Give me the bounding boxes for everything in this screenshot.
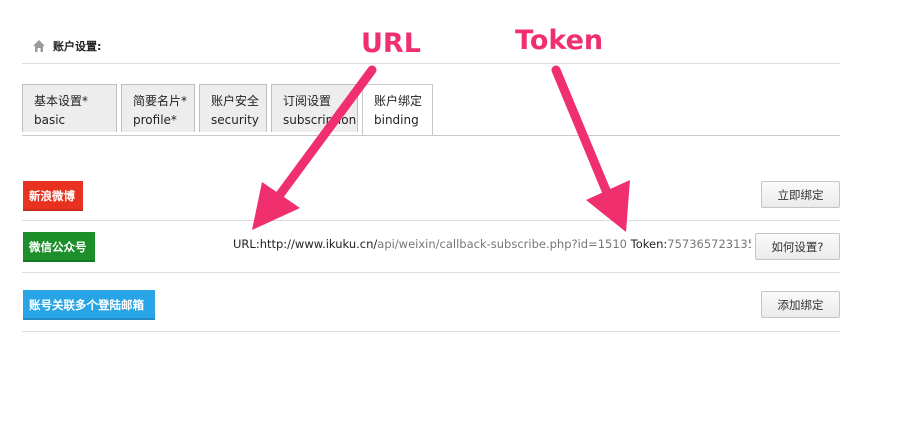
tabs-divider (22, 135, 840, 136)
url-annotation: URL (361, 28, 421, 59)
tab-label-en: profile* (133, 113, 177, 127)
home-icon[interactable] (32, 39, 46, 53)
tab-subscription[interactable]: 订阅设置 subscription (271, 84, 358, 132)
token-value: 7573657231353130 (667, 237, 751, 251)
tab-label-en: subscription (283, 113, 357, 127)
url-path: api/weixin/callback-subscribe.php?id=151… (377, 237, 627, 251)
row-divider (22, 272, 840, 273)
wechat-badge: 微信公众号 (23, 232, 95, 262)
settings-tabs: 基本设置* basic setting* 简要名片* profile* 账户安全… (22, 84, 437, 136)
tab-basic-setting[interactable]: 基本设置* basic setting* (22, 84, 117, 132)
page-header: 账户设置: (32, 36, 101, 56)
header-divider (22, 63, 840, 64)
token-arrow (551, 65, 630, 232)
how-to-setup-button[interactable]: 如何设置? (755, 233, 840, 260)
tab-security[interactable]: 账户安全 security (199, 84, 267, 132)
tab-label-en: binding (374, 113, 419, 127)
token-annotation: Token (515, 25, 604, 56)
row-divider (22, 331, 840, 332)
page-title: 账户设置: (53, 40, 102, 53)
wechat-url-token: URL:http://www.ikuku.cn/api/weixin/callb… (233, 237, 751, 251)
bind-now-button[interactable]: 立即绑定 (761, 181, 840, 208)
tab-label-zh: 订阅设置 (283, 94, 332, 108)
tab-label-zh: 账户绑定 (374, 94, 423, 108)
tab-label-en: security (211, 113, 259, 127)
tab-profile[interactable]: 简要名片* profile* (121, 84, 195, 132)
tab-label-zh: 基本设置* (34, 94, 89, 108)
add-binding-button[interactable]: 添加绑定 (761, 291, 840, 318)
tab-label-zh: 简要名片* (133, 94, 188, 108)
email-badge: 账号关联多个登陆邮箱 (23, 290, 155, 320)
weibo-badge: 新浪微博 (23, 181, 83, 211)
token-label: Token: (630, 237, 668, 251)
url-prefix: URL:http://www.ikuku.cn/ (233, 237, 378, 251)
tab-label-en: basic setting* (34, 113, 66, 127)
annotation-arrows (252, 65, 630, 232)
tab-label-zh: 账户安全 (211, 94, 260, 108)
tab-binding[interactable]: 账户绑定 binding (362, 84, 433, 136)
row-divider (22, 220, 840, 221)
